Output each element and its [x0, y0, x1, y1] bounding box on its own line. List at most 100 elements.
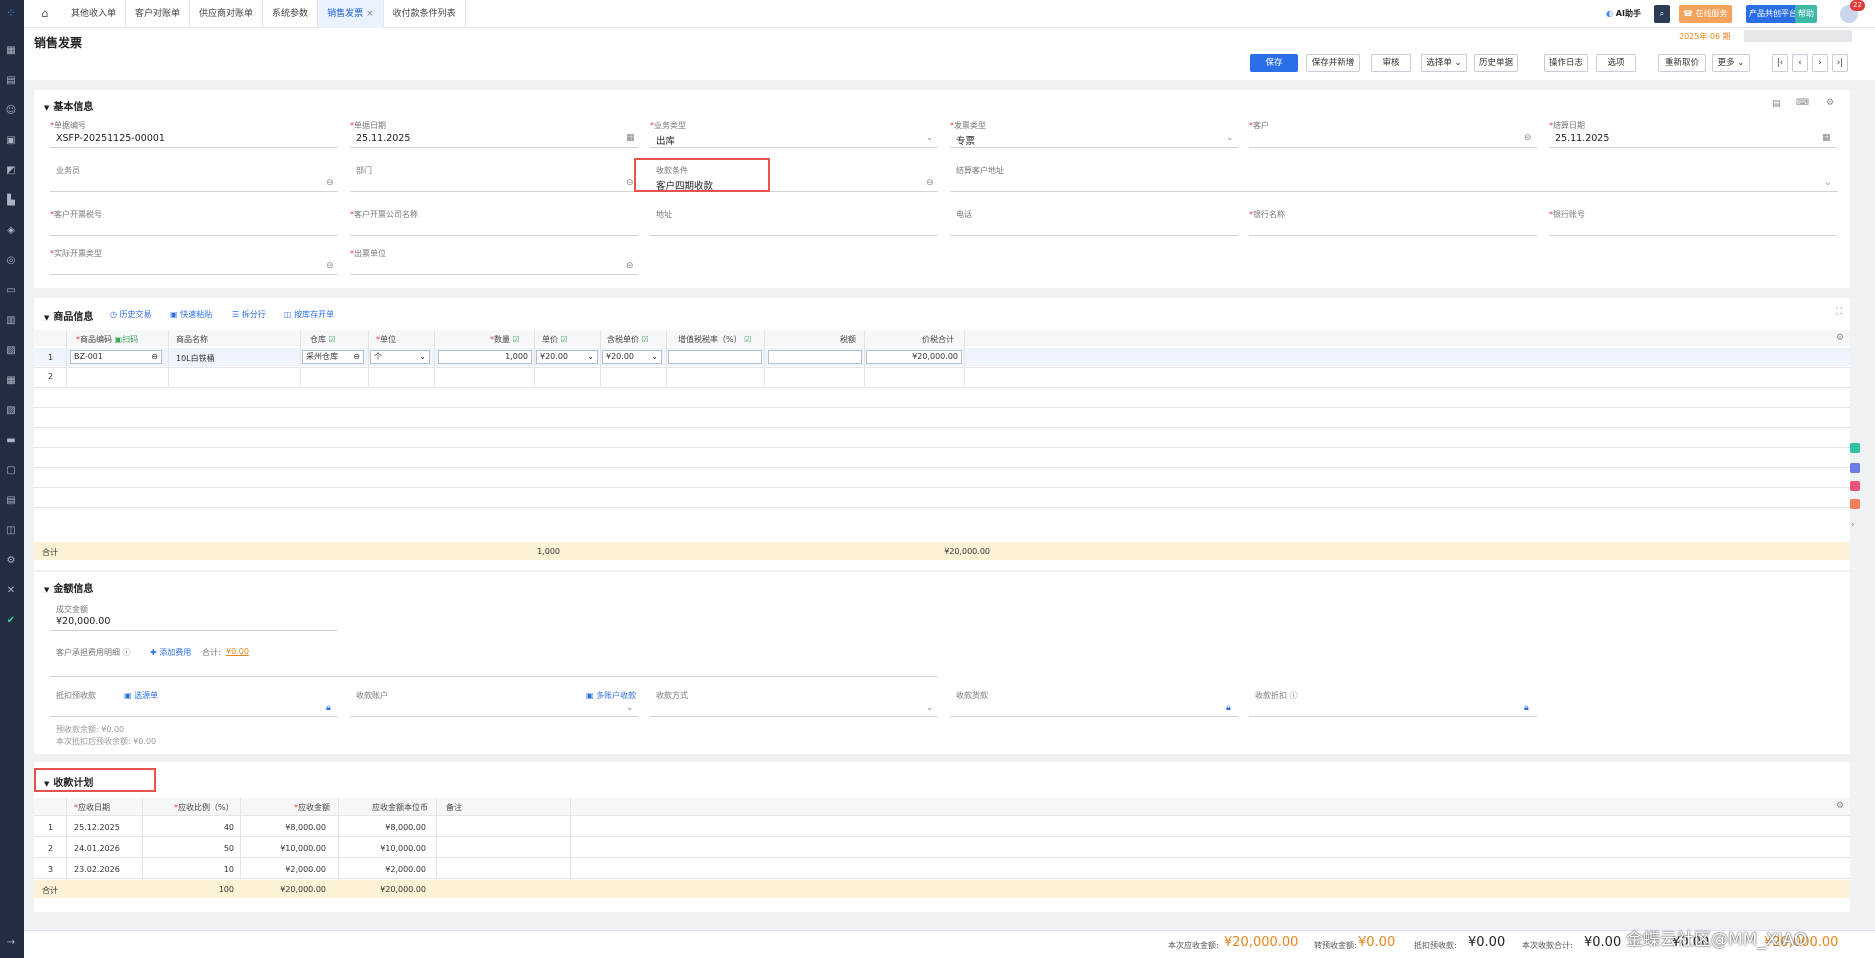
lock-icon[interactable]: 🔒︎ [1226, 703, 1231, 713]
calendar-icon[interactable]: ▦ [1822, 133, 1831, 143]
lock-icon[interactable]: 🔒︎ [326, 703, 331, 713]
ratio[interactable]: 50 [194, 844, 234, 853]
settings-gear-icon[interactable]: ⚙ [1826, 98, 1834, 108]
unit-select[interactable]: 个 ⌄ [370, 350, 430, 364]
more-circle-icon[interactable]: ⊖ [353, 351, 360, 363]
side-help-icon[interactable] [1850, 443, 1860, 453]
card-icon[interactable]: ▬ [4, 434, 18, 448]
invoice-type-select[interactable]: 专票 [956, 133, 975, 147]
qty-input[interactable]: 1,000 [438, 350, 532, 364]
check-icon[interactable]: ✔ [4, 614, 18, 628]
id-icon[interactable]: ▧ [4, 404, 18, 418]
biz-type-select[interactable]: 出库 [656, 133, 675, 147]
select-source-link[interactable]: ▣ 选源单 [124, 690, 158, 701]
reprice-button[interactable]: 重新取价 [1658, 54, 1706, 72]
first-page-icon[interactable]: |‹ [1772, 54, 1788, 72]
bill-no-field[interactable]: XSFP-20251125-00001 [56, 133, 165, 144]
tab-supplier-statement[interactable]: 供应商对账单 [190, 0, 264, 28]
more-circle-icon[interactable]: ⊖ [1524, 133, 1532, 143]
tab-customer-statement[interactable]: 客户对账单 [126, 0, 191, 28]
due-date[interactable]: 25.12.2025 [74, 823, 120, 832]
keyboard-icon[interactable]: ⌨ [1796, 98, 1809, 108]
tax-rate-input[interactable] [668, 350, 762, 364]
log-button[interactable]: 操作日志 [1544, 54, 1588, 72]
multi-account-link[interactable]: ▣ 多账户收款 [586, 690, 636, 701]
report-icon[interactable]: ▥ [4, 314, 18, 328]
archive-icon[interactable]: ▤ [4, 494, 18, 508]
tax-price-input[interactable]: ¥20.00 ⌄ [602, 350, 662, 364]
fee-total-value[interactable]: ¥0.00 [226, 647, 249, 656]
amount[interactable]: ¥8,000.00 [234, 823, 326, 832]
bill-date-field[interactable]: 25.11.2025 [356, 133, 410, 144]
amount[interactable]: ¥2,000.00 [234, 865, 326, 874]
cart-icon[interactable]: ▙ [4, 194, 18, 208]
tab-other-income[interactable]: 其他收入单 [62, 0, 127, 28]
online-service-button[interactable]: ☎ 在线服务 [1679, 5, 1732, 23]
stock-bill-link[interactable]: ◫ 按库存开单 [284, 309, 334, 320]
calendar-icon[interactable]: ▦ [4, 374, 18, 388]
user-icon[interactable]: ☺ [4, 104, 18, 118]
grid-icon[interactable]: ▦ [4, 44, 18, 58]
select-bill-button[interactable]: 选择单 ⌄ [1421, 54, 1467, 72]
chevron-down-icon[interactable]: ⌄ [926, 133, 934, 143]
fullscreen-icon[interactable]: ⛶ [1836, 307, 1842, 317]
settings-icon[interactable]: ◎ [4, 254, 18, 268]
prev-page-icon[interactable]: ‹ [1792, 54, 1808, 72]
due-date[interactable]: 23.02.2026 [74, 865, 120, 874]
more-circle-icon[interactable]: ⊖ [326, 261, 334, 271]
more-circle-icon[interactable]: ⊖ [326, 178, 334, 188]
chevron-down-icon[interactable]: ⌄ [926, 703, 934, 713]
last-page-icon[interactable]: ›| [1832, 54, 1848, 72]
chevron-down-icon[interactable]: ⌄ [1226, 133, 1234, 143]
chevron-down-icon[interactable]: ⌄ [626, 703, 634, 713]
side-note-icon[interactable] [1850, 481, 1860, 491]
more-circle-icon[interactable]: ⊖ [626, 261, 634, 271]
save-button[interactable]: 保存 [1250, 54, 1298, 72]
more-circle-icon[interactable]: ⊖ [926, 178, 934, 188]
history-button[interactable]: 历史单据 [1474, 54, 1518, 72]
basic-info-title[interactable]: ▼ 基本信息 [44, 98, 93, 113]
contact-icon[interactable]: ▣ [4, 134, 18, 148]
tab-system-params[interactable]: 系统参数 [263, 0, 319, 28]
tools-icon[interactable]: ✕ [4, 584, 18, 598]
add-fee-link[interactable]: ✚ 添加费用 [150, 647, 191, 658]
tax-input[interactable] [768, 350, 862, 364]
audit-button[interactable]: 审核 [1371, 54, 1411, 72]
box-icon[interactable]: ◈ [4, 224, 18, 238]
ratio[interactable]: 40 [194, 823, 234, 832]
chevron-down-icon[interactable]: ⌄ [1824, 178, 1832, 188]
monitor-icon[interactable]: ▢ [4, 464, 18, 478]
doc-icon[interactable]: ▤ [4, 74, 18, 88]
due-date[interactable]: 24.01.2026 [74, 844, 120, 853]
quick-paste-link[interactable]: ▣ 快速粘贴 [170, 309, 212, 320]
side-collapse-icon[interactable]: › [1851, 520, 1855, 530]
goods-title[interactable]: ▼ 商品信息 [44, 308, 93, 323]
tab-payment-terms[interactable]: 收付款条件列表 [384, 0, 466, 28]
column-settings-icon[interactable]: ⚙ [1836, 801, 1844, 811]
expand-arrow-icon[interactable]: → [4, 936, 18, 950]
next-page-icon[interactable]: › [1812, 54, 1828, 72]
amount-title[interactable]: ▼ 金额信息 [44, 580, 93, 595]
more-circle-icon[interactable]: ⊖ [626, 178, 634, 188]
price-input[interactable]: ¥20.00 ⌄ [536, 350, 598, 364]
home-icon[interactable]: ⌂ [38, 7, 52, 21]
product-platform-button[interactable]: 产品共创平台 [1746, 5, 1800, 23]
gear-icon[interactable]: ⚙ [4, 554, 18, 568]
close-icon[interactable]: × [366, 9, 374, 19]
cash-icon[interactable]: ▨ [4, 344, 18, 358]
lock-icon[interactable]: 🔒︎ [1524, 703, 1529, 713]
more-circle-icon[interactable]: ⊖ [151, 351, 158, 363]
ai-assistant-button[interactable]: ◐ AI助手 [1606, 5, 1641, 23]
tab-sales-invoice[interactable]: 销售发票 × [318, 0, 384, 28]
warehouse-input[interactable]: 采州仓库 ⊖ [302, 350, 364, 364]
side-chat-icon[interactable] [1850, 463, 1860, 473]
split-row-link[interactable]: ☰ 拆分行 [232, 309, 266, 320]
layers-icon[interactable]: ◫ [4, 524, 18, 538]
product-code-input[interactable]: BZ-001 ⊖ [70, 350, 162, 364]
settle-date-field[interactable]: 25.11.2025 [1555, 133, 1609, 144]
ratio[interactable]: 10 [194, 865, 234, 874]
more-button[interactable]: 更多 ⌄ [1712, 54, 1750, 72]
side-feedback-icon[interactable] [1850, 499, 1860, 509]
options-button[interactable]: 选项 [1596, 54, 1636, 72]
history-trade-link[interactable]: ◷ 历史交易 [110, 309, 152, 320]
